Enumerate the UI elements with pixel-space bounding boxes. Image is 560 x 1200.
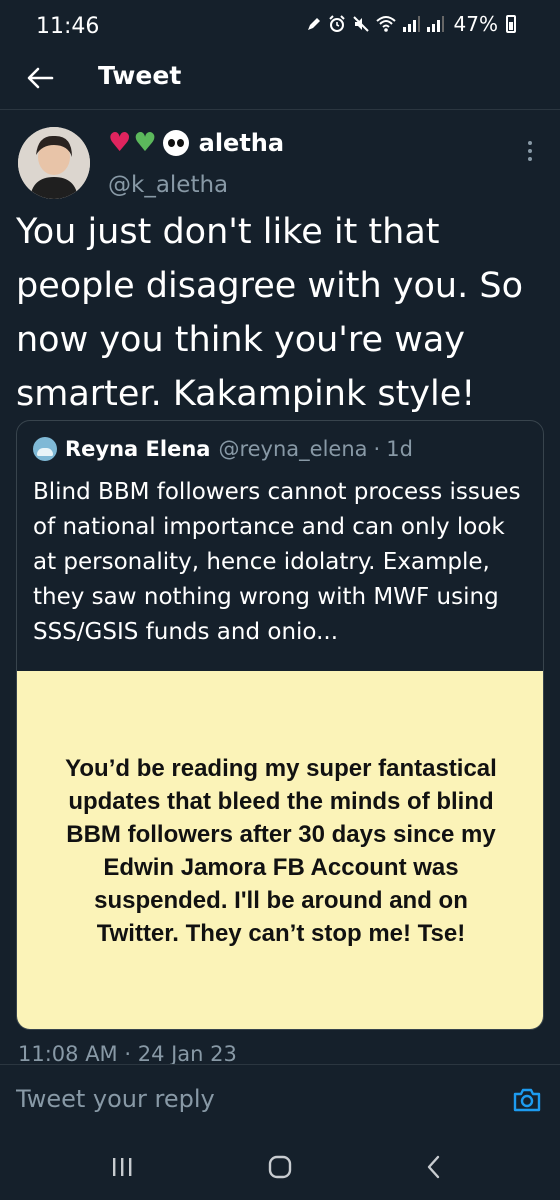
status-time: 11:46 <box>36 14 100 39</box>
avatar[interactable] <box>18 127 90 199</box>
app-header: Tweet <box>0 50 560 110</box>
avatar-photo <box>18 127 90 199</box>
more-options-button[interactable] <box>520 136 540 166</box>
more-options-icon <box>528 141 532 145</box>
back-button[interactable] <box>20 58 60 98</box>
quoted-tweet-text: Blind BBM followers cannot process issue… <box>33 479 521 645</box>
green-heart-emoji: ♥ <box>133 128 157 158</box>
author-handle[interactable]: @k_aletha <box>108 172 228 198</box>
home-icon <box>268 1155 292 1179</box>
camera-button[interactable] <box>512 1087 542 1113</box>
panda-emoji <box>162 130 189 156</box>
reply-input[interactable] <box>16 1079 476 1119</box>
system-nav-bar <box>0 1134 560 1200</box>
wifi-icon <box>375 16 396 32</box>
quoted-time: 1d <box>386 437 413 461</box>
quoted-tweet-image[interactable]: You’d be reading my super fantastical up… <box>17 671 543 1029</box>
battery-percent: 47% <box>453 12 498 36</box>
author-name-row[interactable]: ♥ ♥ aletha <box>108 128 284 158</box>
reply-bar <box>0 1064 560 1134</box>
quoted-avatar <box>33 437 57 461</box>
mute-icon <box>352 16 369 32</box>
battery-icon <box>506 15 516 33</box>
quoted-separator: · <box>373 437 381 461</box>
quoted-author-name: Reyna Elena <box>65 437 211 461</box>
quoted-tweet-header: Reyna Elena @reyna_elena · 1d <box>33 437 413 461</box>
signal-icon <box>402 16 420 32</box>
author-display-name: aletha <box>198 129 285 157</box>
status-bar: 11:46 47% <box>0 0 560 50</box>
edit-pen-icon <box>307 18 320 30</box>
page-title: Tweet <box>98 61 182 90</box>
red-heart-emoji: ♥ <box>108 128 132 158</box>
tweet-detail-screen: 11:46 47% Tweet ♥ ♥ aletha @k_aletha You… <box>0 0 560 1200</box>
camera-icon <box>513 1088 541 1112</box>
back-arrow-icon <box>27 67 54 89</box>
quoted-tweet[interactable]: Reyna Elena @reyna_elena · 1d Blind BBM … <box>16 420 544 1030</box>
nav-back-button[interactable] <box>414 1152 454 1182</box>
alarm-icon <box>328 15 345 32</box>
quoted-author-handle: @reyna_elena <box>218 437 368 461</box>
quoted-image-text: You’d be reading my super fantastical up… <box>65 755 497 947</box>
recent-apps-icon <box>113 1158 132 1176</box>
tweet-text: You just don't like it that people disag… <box>16 212 523 414</box>
status-icons: 47% <box>306 12 516 36</box>
signal-icon-2 <box>426 16 444 32</box>
home-button[interactable] <box>260 1152 300 1182</box>
nav-back-icon <box>427 1155 440 1179</box>
tweet-timestamp: 11:08 AM · 24 Jan 23 <box>18 1042 237 1064</box>
recent-apps-button[interactable] <box>102 1152 142 1182</box>
